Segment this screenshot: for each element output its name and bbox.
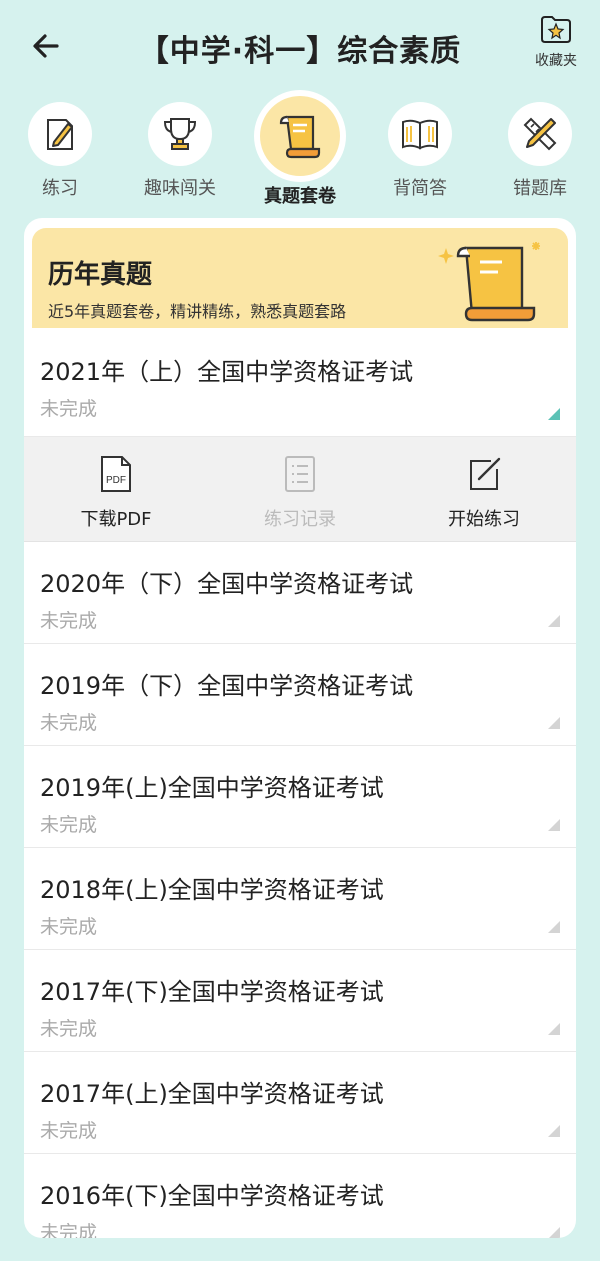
list-item[interactable]: 2019年（下）全国中学资格证考试 未完成	[24, 644, 576, 746]
list-item[interactable]: 2016年(下)全国中学资格证考试 未完成	[24, 1154, 576, 1238]
banner-subtitle: 近5年真题套卷，精讲精练，熟悉真题套路	[48, 302, 347, 321]
tab-icon-circle	[148, 102, 212, 166]
exam-title: 2019年(上)全国中学资格证考试	[40, 774, 384, 802]
start-practice-button[interactable]: 开始练习	[392, 437, 576, 541]
tab-challenge[interactable]: 趣味闯关	[120, 96, 240, 200]
exam-status: 未完成	[40, 916, 98, 938]
list-item[interactable]: 2020年（下）全国中学资格证考试 未完成	[24, 542, 576, 644]
tab-wrong-questions[interactable]: 错题库	[480, 96, 600, 200]
favorites-label: 收藏夹	[535, 53, 577, 69]
expand-indicator-icon	[548, 819, 560, 831]
tab-short-answer[interactable]: 背简答	[360, 96, 480, 200]
exam-title: 2020年（下）全国中学资格证考试	[40, 570, 414, 598]
tab-icon-circle	[388, 102, 452, 166]
tab-icon-circle	[508, 102, 572, 166]
tab-label: 背简答	[393, 178, 447, 199]
exam-title: 2018年(上)全国中学资格证考试	[40, 876, 384, 904]
exam-title: 2017年(上)全国中学资格证考试	[40, 1080, 384, 1108]
expand-indicator-icon	[548, 1227, 560, 1238]
pencil-paper-icon	[47, 119, 73, 150]
header: 【中学·科一】综合素质 收藏夹	[0, 0, 600, 96]
list-item[interactable]: 2017年(上)全国中学资格证考试 未完成	[24, 1052, 576, 1154]
exam-actions: PDF 下载PDF 练习记录 开始练习	[24, 437, 576, 542]
pdf-file-icon: PDF	[101, 456, 131, 492]
tab-past-papers[interactable]: 真题套卷	[240, 96, 360, 208]
book-icon	[402, 119, 438, 150]
list-item[interactable]: 2019年(上)全国中学资格证考试 未完成	[24, 746, 576, 848]
expand-indicator-icon	[548, 615, 560, 627]
page-title: 【中学·科一】综合素质	[138, 34, 462, 69]
exam-list: 2021年（上）全国中学资格证考试 未完成 PDF 下载PDF 练习记录 开始练…	[24, 330, 576, 1238]
favorites-button[interactable]: 收藏夹	[526, 14, 586, 70]
pencil-ruler-icon	[523, 117, 557, 151]
tab-label: 真题套卷	[264, 186, 336, 207]
exam-status: 未完成	[40, 1120, 98, 1142]
banner-title: 历年真题	[48, 260, 153, 290]
exam-status: 未完成	[40, 610, 98, 632]
exam-title: 2016年(下)全国中学资格证考试	[40, 1182, 384, 1210]
exam-title: 2019年（下）全国中学资格证考试	[40, 672, 414, 700]
pdf-badge: PDF	[106, 475, 126, 486]
list-icon	[285, 456, 315, 492]
exam-title: 2021年（上）全国中学资格证考试	[40, 358, 414, 386]
download-pdf-label: 下载PDF	[80, 509, 152, 530]
tab-label: 错题库	[513, 178, 567, 199]
trophy-icon	[163, 118, 197, 150]
tab-practice[interactable]: 练习	[0, 96, 120, 200]
expand-indicator-icon	[548, 717, 560, 729]
tab-label: 趣味闯关	[144, 178, 216, 199]
practice-records-button[interactable]: 练习记录	[208, 437, 392, 541]
expand-indicator-icon	[548, 921, 560, 933]
exam-title: 2017年(下)全国中学资格证考试	[40, 978, 384, 1006]
exam-status: 未完成	[40, 814, 98, 836]
star-folder-icon	[541, 16, 571, 43]
expand-indicator-icon	[548, 1125, 560, 1137]
list-item[interactable]: 2021年（上）全国中学资格证考试 未完成	[24, 330, 576, 437]
past-papers-banner: 历年真题 近5年真题套卷，精讲精练，熟悉真题套路	[32, 228, 568, 328]
scroll-icon	[279, 115, 321, 159]
exam-status: 未完成	[40, 1222, 98, 1238]
tab-label: 练习	[42, 178, 78, 199]
exam-status: 未完成	[40, 712, 98, 734]
category-tabs: 练习 趣味闯关 真题套卷 背简答 错题库	[0, 96, 600, 208]
list-item[interactable]: 2017年(下)全国中学资格证考试 未完成	[24, 950, 576, 1052]
download-pdf-button[interactable]: PDF 下载PDF	[24, 437, 208, 541]
edit-icon	[470, 457, 501, 490]
list-item[interactable]: 2018年(上)全国中学资格证考试 未完成	[24, 848, 576, 950]
start-practice-label: 开始练习	[448, 509, 520, 530]
expand-indicator-icon	[548, 1023, 560, 1035]
papers-card: 历年真题 近5年真题套卷，精讲精练，熟悉真题套路 2021年（上）全国中学资格证…	[24, 218, 576, 1238]
tab-icon-circle	[28, 102, 92, 166]
practice-records-label: 练习记录	[264, 509, 336, 530]
expand-indicator-icon	[548, 408, 560, 420]
scroll-illustration-icon	[438, 242, 540, 322]
exam-status: 未完成	[40, 1018, 98, 1040]
tab-icon-circle	[260, 96, 340, 176]
exam-status: 未完成	[40, 398, 98, 420]
